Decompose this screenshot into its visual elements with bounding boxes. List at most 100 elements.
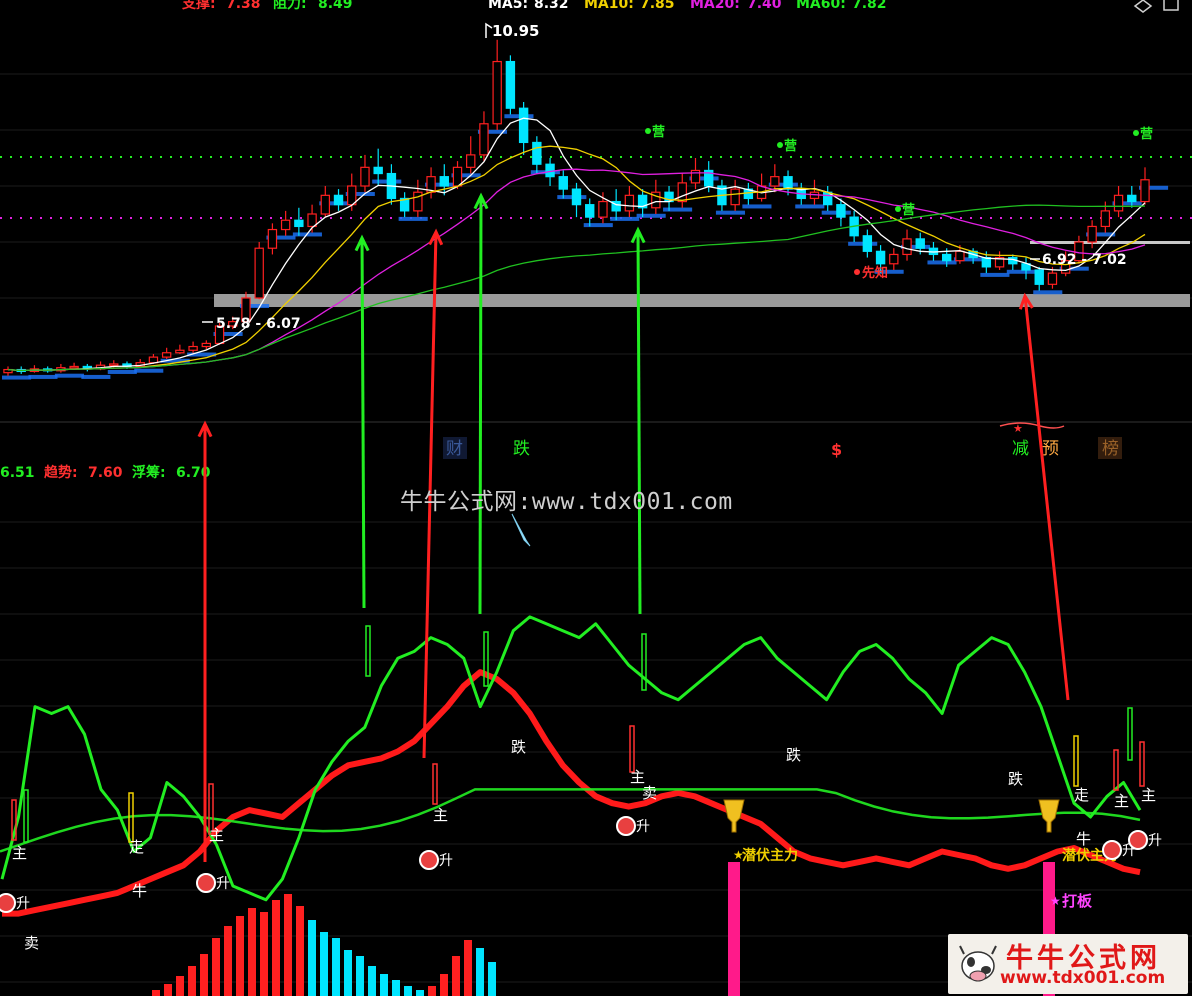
- volume-bar: [332, 938, 340, 996]
- chip-bar: [583, 223, 613, 228]
- candle-body: [770, 176, 780, 187]
- moving-averages: [7, 117, 1146, 372]
- zhu-marker: 主: [433, 806, 448, 824]
- ying-dot: [1133, 130, 1139, 136]
- indicator-panel: 6.51 趋势: 7.60 浮筹: 6.70 主 主 主 主 主 主 走 走 牛…: [0, 464, 1192, 996]
- volume-bar: [284, 894, 292, 996]
- volume-bar: [488, 962, 496, 996]
- event-badge: [1098, 437, 1122, 459]
- candle-body: [254, 247, 264, 299]
- arrow-shaft: [1023, 295, 1070, 701]
- candle-body: [1127, 194, 1137, 203]
- candle-body: [1100, 210, 1111, 228]
- signal-bar: [483, 631, 489, 687]
- candle-body: [941, 253, 952, 262]
- arrow-shaft: [478, 195, 483, 615]
- volume-bar: [416, 990, 424, 996]
- volume-bar: [212, 938, 220, 996]
- event-label-jian: 减: [1012, 439, 1029, 459]
- indicator-trend-value: 7.60: [88, 465, 123, 481]
- header-resist-label: 阻力:: [273, 0, 307, 12]
- candle-body: [558, 176, 568, 190]
- candle-body: [413, 191, 423, 212]
- close-square-icon[interactable]: [1163, 0, 1179, 11]
- volume-bar: [368, 966, 376, 996]
- indicator-float-label: 浮筹:: [132, 464, 166, 481]
- candle-body: [783, 176, 793, 190]
- volume-bar: [200, 954, 208, 996]
- candle-body: [730, 188, 740, 206]
- candle-body: [532, 141, 542, 165]
- zhu-marker: 主: [12, 844, 27, 862]
- qianfu-marker: 潜伏主力: [742, 847, 798, 864]
- candle-body: [902, 238, 912, 256]
- price-panel: 支撑: 7.38 阻力: 8.49 MA5: 8.32 MA10: 7.85 M…: [0, 0, 1192, 380]
- xianzhi-dot: [854, 269, 860, 275]
- xianzhi-marker: 先知: [862, 265, 888, 281]
- die-marker: 跌: [786, 746, 801, 764]
- candle-body: [492, 60, 502, 125]
- ying-marker: 营: [652, 124, 665, 140]
- chip-bar: [1033, 290, 1063, 295]
- indicator-trend-label: 趋势:: [44, 464, 78, 481]
- volume-bar: [224, 926, 232, 996]
- candle-body: [875, 250, 886, 265]
- chip-bar: [134, 368, 164, 373]
- volume-bar: [404, 986, 412, 996]
- indicator-gridlines: [0, 521, 1192, 983]
- sheng-ball-icon: [1128, 830, 1148, 850]
- pen-cursor-icon: [511, 513, 531, 547]
- pink-column: [728, 862, 740, 996]
- signal-bar: [1113, 749, 1119, 791]
- candle-body: [201, 342, 212, 348]
- header-support-value: 7.38: [226, 0, 261, 12]
- zou-marker: 走: [129, 838, 144, 856]
- candle-body: [836, 204, 846, 218]
- volume-bar: [260, 912, 268, 996]
- candle-body: [677, 182, 687, 203]
- cow-mascot-icon: [959, 945, 997, 982]
- candles: [3, 39, 1150, 376]
- volume-bar: [236, 916, 244, 996]
- trophy-icon: [1038, 799, 1060, 833]
- chip-bar: [795, 204, 825, 209]
- event-label-yu: 预: [1042, 439, 1059, 459]
- header-ma60-value: 7.82: [852, 0, 887, 12]
- header-ma20-value: 7.40: [747, 0, 782, 12]
- zhu-marker: 主: [1114, 792, 1129, 810]
- candle-body: [452, 166, 463, 187]
- sheng-ball-icon: [0, 893, 16, 913]
- arrow-shaft: [360, 237, 366, 609]
- die-marker: 跌: [511, 738, 526, 756]
- volume-bar: [392, 980, 400, 996]
- star-icon: ★: [733, 848, 744, 862]
- ying-marker: 营: [902, 202, 915, 218]
- zou-marker: 走: [1074, 786, 1089, 804]
- right-support-band: [1030, 241, 1190, 244]
- volume-bar: [464, 940, 472, 996]
- volume-bars: [152, 894, 496, 996]
- signal-bars: [11, 625, 1145, 843]
- signal-bar: [1139, 741, 1145, 787]
- candle-body: [148, 356, 159, 364]
- volume-bar: [248, 908, 256, 996]
- ma60-line: [7, 204, 1146, 372]
- candle-body: [915, 238, 925, 249]
- float-secondary-line: [0, 788, 1141, 853]
- volume-bar: [476, 948, 484, 996]
- daban-marker: 打板: [1062, 892, 1093, 910]
- candle-body: [373, 166, 383, 175]
- star-icon: ★: [1013, 422, 1023, 435]
- chip-bar: [107, 369, 137, 374]
- header-ma60-label: MA60:: [796, 0, 846, 12]
- expand-diamond-icon[interactable]: [1133, 0, 1153, 13]
- watermark: 牛牛公式网:www.tdx001.com: [400, 489, 733, 515]
- signal-bar: [1073, 735, 1079, 787]
- event-strip: 财 跌 $ 减 预 榜 ★: [0, 421, 1192, 459]
- candle-body: [280, 219, 291, 231]
- header-ma10-label: MA10:: [584, 0, 634, 12]
- ying-dot: [895, 206, 901, 212]
- low-range-label: 5.78 - 6.07: [216, 316, 301, 332]
- volume-bar: [272, 900, 280, 996]
- chip-bar: [980, 272, 1010, 277]
